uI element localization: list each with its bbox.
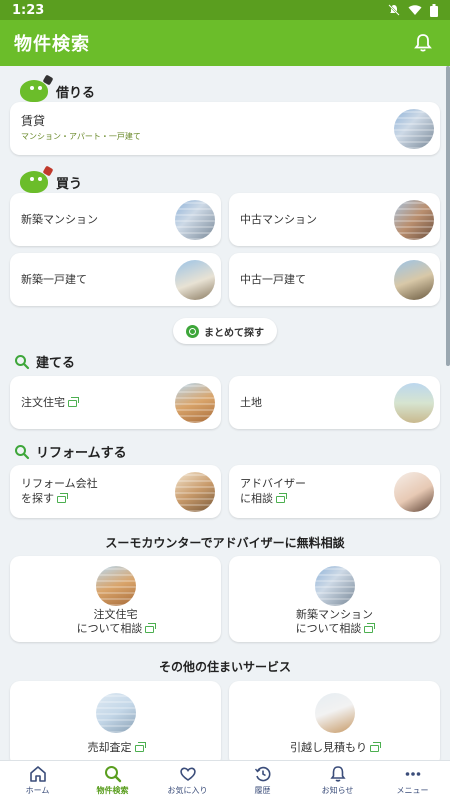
nav-menu[interactable]: メニュー xyxy=(375,761,450,800)
external-link-icon xyxy=(134,741,146,752)
more-icon xyxy=(405,772,420,776)
external-link-icon xyxy=(145,622,157,633)
nav-history[interactable]: 履歴 xyxy=(225,761,300,800)
page-title: 物件検索 xyxy=(14,34,90,55)
external-link-icon xyxy=(57,492,68,503)
counter-card-custom-house[interactable]: 注文住宅 について相談 xyxy=(10,556,221,642)
status-time: 1:23 xyxy=(12,2,45,18)
search-icon xyxy=(15,354,30,369)
reform-card-find-company[interactable]: リフォーム会社 を探す xyxy=(10,465,221,518)
section-rent-heading: 借りる xyxy=(14,74,95,104)
reform-card-label: リフォーム会社 を探す xyxy=(21,477,98,505)
rent-card[interactable]: 賃貸 マンション・アパート・一戸建て xyxy=(10,102,440,155)
nav-property-search[interactable]: 物件検索 xyxy=(75,761,150,800)
mute-icon xyxy=(388,4,400,16)
suumo-mascot-icon xyxy=(14,74,54,104)
buy-card-used-house[interactable]: 中古一戸建て xyxy=(229,253,440,306)
buy-card-label: 新築マンション xyxy=(21,213,98,226)
build-card-land[interactable]: 土地 xyxy=(229,376,440,429)
section-reform-heading: リフォームする xyxy=(14,442,127,461)
status-bar: 1:23 xyxy=(0,0,450,20)
buy-card-label: 中古一戸建て xyxy=(240,273,306,286)
external-link-icon xyxy=(370,741,381,752)
other-card-label: 引越し見積もり xyxy=(229,739,440,755)
home-icon xyxy=(29,766,46,782)
search-icon xyxy=(104,766,121,783)
buy-card-label: 中古マンション xyxy=(240,213,317,226)
suumo-mascot-icon xyxy=(14,165,54,195)
app-bar: 物件検索 xyxy=(0,20,450,66)
buy-card-new-house[interactable]: 新築一戸建て xyxy=(10,253,221,306)
scroll-content[interactable]: 借りる 賃貸 マンション・アパート・一戸建て 買う 新築マンション 中古マンショ… xyxy=(0,66,450,760)
documents-thumbnail xyxy=(96,693,136,733)
build-card-label: 注文住宅 xyxy=(21,395,79,410)
bottom-navigation: ホーム 物件検索 お気に入り 履歴 お知らせ メニュー xyxy=(0,760,450,800)
search-circle-icon xyxy=(186,324,199,338)
house-thumbnail xyxy=(394,260,434,300)
bell-icon xyxy=(414,34,432,52)
counter-heading: スーモカウンターでアドバイザーに無料相談 xyxy=(105,536,345,550)
rent-card-title: 賃貸 xyxy=(21,114,46,128)
external-link-icon xyxy=(276,492,287,503)
land-thumbnail xyxy=(394,383,434,423)
scrollbar[interactable] xyxy=(446,66,450,366)
section-build-heading: 建てる xyxy=(14,352,75,371)
reform-card-advisor[interactable]: アドバイザー に相談 xyxy=(229,465,440,518)
bulk-search-label: まとめて探す xyxy=(204,327,264,339)
other-card-sale-appraisal[interactable]: 売却査定 xyxy=(10,681,221,760)
nav-favorites[interactable]: お気に入り xyxy=(150,761,225,800)
wifi-icon xyxy=(408,5,422,15)
bulk-search-button[interactable]: まとめて探す xyxy=(173,318,277,344)
section-buy-heading: 買う xyxy=(14,165,82,195)
build-card-custom-house[interactable]: 注文住宅 xyxy=(10,376,221,429)
counter-card-label: 注文住宅 について相談 xyxy=(10,608,221,636)
search-icon xyxy=(15,444,30,459)
advisor-thumbnail xyxy=(394,472,434,512)
counter-card-new-mansion[interactable]: 新築マンション について相談 xyxy=(229,556,440,642)
notification-button[interactable] xyxy=(410,30,436,56)
bell-icon xyxy=(329,766,346,782)
construction-thumbnail xyxy=(96,566,136,606)
mansion-thumbnail xyxy=(394,200,434,240)
other-card-label: 売却査定 xyxy=(10,739,221,755)
mansion-thumbnail xyxy=(315,566,355,606)
moving-truck-thumbnail xyxy=(315,693,355,733)
counter-card-label: 新築マンション について相談 xyxy=(295,608,376,635)
history-icon xyxy=(254,766,270,782)
nav-home[interactable]: ホーム xyxy=(0,761,75,800)
other-services-heading: その他の住まいサービス xyxy=(158,660,291,674)
nav-notifications[interactable]: お知らせ xyxy=(300,761,375,800)
battery-icon xyxy=(430,3,438,17)
other-card-moving-estimate[interactable]: 引越し見積もり xyxy=(229,681,440,760)
external-link-icon xyxy=(364,622,376,633)
heart-icon xyxy=(179,767,196,781)
buy-card-label: 新築一戸建て xyxy=(21,273,87,286)
construction-thumbnail xyxy=(175,383,215,423)
reform-card-label: アドバイザー に相談 xyxy=(240,477,306,505)
buy-card-new-mansion[interactable]: 新築マンション xyxy=(10,193,221,246)
rent-card-subtitle: マンション・アパート・一戸建て xyxy=(21,132,141,141)
build-card-label: 土地 xyxy=(240,396,262,409)
external-link-icon xyxy=(68,396,79,407)
interior-thumbnail xyxy=(175,472,215,512)
house-thumbnail xyxy=(175,260,215,300)
apartment-thumbnail xyxy=(394,109,434,149)
buy-card-used-mansion[interactable]: 中古マンション xyxy=(229,193,440,246)
mansion-thumbnail xyxy=(175,200,215,240)
